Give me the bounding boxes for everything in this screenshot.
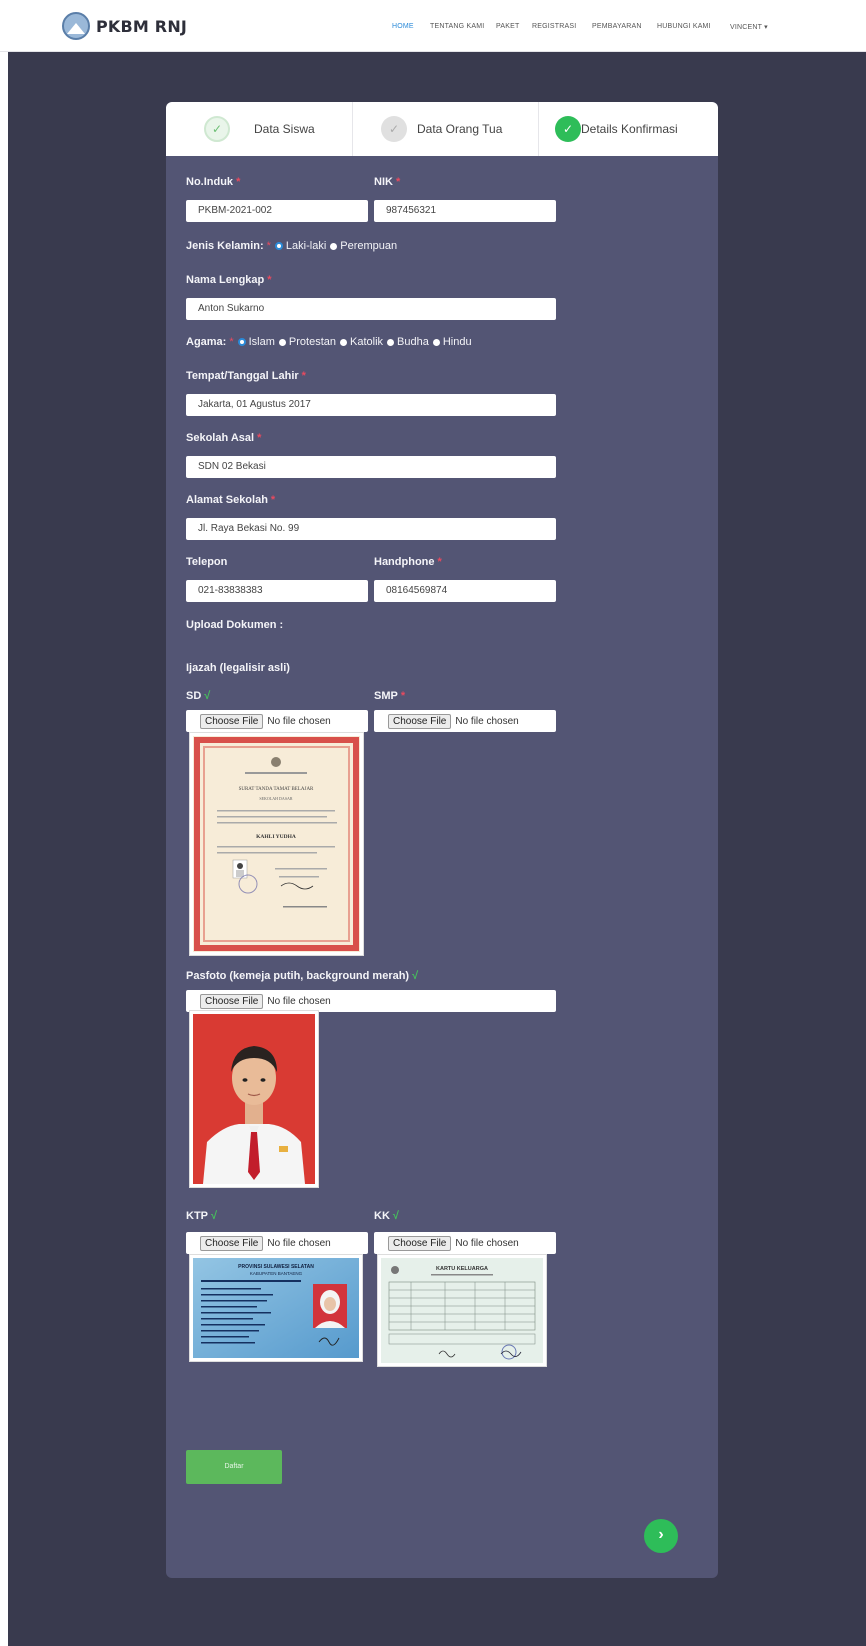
family-card-image: KARTU KELUARGA [381,1258,543,1363]
radio-perempuan[interactable]: Perempuan [330,240,397,252]
alamat-sekolah-field[interactable]: Jl. Raya Bekasi No. 99 [186,518,556,540]
pasfoto-label: Pasfoto (kemeja putih, background merah)… [186,970,419,982]
sd-file-input[interactable]: Choose File No file chosen [186,710,368,732]
smp-choose-file-button[interactable]: Choose File [388,713,452,729]
handphone-label: Handphone * [374,556,442,568]
nama-lengkap-field[interactable]: Anton Sukarno [186,298,556,320]
agama-label: Agama: [186,336,227,348]
step-label: Data Siswa [254,122,315,136]
handphone-field[interactable]: 08164569874 [374,580,556,602]
ttl-field[interactable]: Jakarta, 01 Agustus 2017 [186,394,556,416]
radio-budha[interactable]: Budha [387,336,429,348]
nav-item-tentang-kami[interactable]: TENTANG KAMI [430,23,484,30]
agama-group: Agama: * Islam Protestan Katolik Budha Hi… [186,336,472,348]
sd-certificate-preview: SURAT TANDA TAMAT BELAJAR SEKOLAH DASAR … [189,732,364,956]
nama-lengkap-label: Nama Lengkap * [186,274,272,286]
nav-item-pembayaran[interactable]: PEMBAYARAN [592,23,642,30]
step-divider [352,102,353,156]
telepon-field[interactable]: 021-83838383 [186,580,368,602]
nav-item-registrasi[interactable]: REGISTRASI [532,23,576,30]
ktp-choose-file-button[interactable]: Choose File [200,1235,264,1251]
svg-text:SEKOLAH DASAR: SEKOLAH DASAR [259,796,293,801]
kk-label: KK √ [374,1210,399,1222]
kk-choose-file-button[interactable]: Choose File [388,1235,452,1251]
chevron-right-icon[interactable]: › [644,1519,678,1553]
no-induk-label: No.Induk * [186,176,241,188]
daftar-button[interactable]: Daftar [186,1450,282,1484]
step-data-orang-tua[interactable]: ✓ Data Orang Tua [381,102,502,156]
nav-item-paket[interactable]: PAKET [496,23,519,30]
upload-heading: Upload Dokumen : [186,619,284,631]
step-label: Details Konfirmasi [581,122,678,136]
ijazah-heading: Ijazah (legalisir asli) [186,662,290,674]
top-navbar: PKBM RNJ HOME TENTANG KAMI PAKET REGISTR… [0,0,866,52]
check-icon: ✓ [204,116,230,142]
registration-card: ✓ Data Siswa ✓ Data Orang Tua ✓ Details … [166,102,718,1578]
nav-item-hubungi-kami[interactable]: HUBUNGI KAMI [657,23,711,30]
kk-preview: KARTU KELUARGA [377,1254,547,1367]
jenis-kelamin-group: Jenis Kelamin: * Laki-laki Perempuan [186,240,398,252]
svg-text:KARTU KELUARGA: KARTU KELUARGA [436,1266,488,1272]
pasfoto-file-input[interactable]: Choose File No file chosen [186,990,556,1012]
nik-field[interactable]: 987456321 [374,200,556,222]
radio-hindu[interactable]: Hindu [432,336,472,348]
svg-text:KABUPATEN BANTAENG: KABUPATEN BANTAENG [250,1271,303,1276]
svg-text:PROVINSI SULAWESI SELATAN: PROVINSI SULAWESI SELATAN [238,1264,314,1270]
telepon-label: Telepon [186,556,228,568]
stepper: ✓ Data Siswa ✓ Data Orang Tua ✓ Details … [166,102,718,156]
id-card-image: PROVINSI SULAWESI SELATAN KABUPATEN BANT… [193,1258,359,1358]
ktp-preview: PROVINSI SULAWESI SELATAN KABUPATEN BANT… [189,1254,363,1362]
sd-choose-file-button[interactable]: Choose File [200,713,264,729]
radio-islam[interactable]: Islam [237,336,275,348]
alamat-sekolah-label: Alamat Sekolah * [186,494,276,506]
smp-file-input[interactable]: Choose File No file chosen [374,710,556,732]
check-icon: ✓ [555,116,581,142]
portrait-image [193,1014,315,1184]
sekolah-asal-field[interactable]: SDN 02 Bekasi [186,456,556,478]
radio-laki-laki[interactable]: Laki-laki [274,240,326,252]
step-details-konfirmasi[interactable]: ✓ Details Konfirmasi [555,102,678,156]
nik-label: NIK * [374,176,401,188]
ktp-file-input[interactable]: Choose File No file chosen [186,1232,368,1254]
certificate-image: SURAT TANDA TAMAT BELAJAR SEKOLAH DASAR … [193,736,360,952]
jenis-kelamin-label: Jenis Kelamin: [186,240,264,252]
nav-item-home[interactable]: HOME [392,23,414,30]
pasfoto-preview [189,1010,319,1188]
nav-item-user-menu[interactable]: VINCENT ▾ [730,23,768,31]
step-divider [538,102,539,156]
radio-katolik[interactable]: Katolik [340,336,383,348]
nav-menu: HOME TENTANG KAMI PAKET REGISTRASI PEMBA… [0,23,866,33]
step-data-siswa[interactable]: ✓ Data Siswa [204,102,315,156]
step-label: Data Orang Tua [417,122,503,136]
svg-text:SURAT TANDA TAMAT BELAJAR: SURAT TANDA TAMAT BELAJAR [239,787,314,792]
no-induk-field[interactable]: PKBM-2021-002 [186,200,368,222]
pasfoto-choose-file-button[interactable]: Choose File [200,993,264,1009]
ktp-label: KTP √ [186,1210,218,1222]
check-icon: ✓ [381,116,407,142]
sekolah-asal-label: Sekolah Asal * [186,432,262,444]
sd-label: SD √ [186,690,211,702]
kk-file-input[interactable]: Choose File No file chosen [374,1232,556,1254]
svg-text:KAHLI YUDHA: KAHLI YUDHA [256,834,296,840]
smp-label: SMP * [374,690,406,702]
radio-protestan[interactable]: Protestan [278,336,336,348]
ttl-label: Tempat/Tanggal Lahir * [186,370,306,382]
